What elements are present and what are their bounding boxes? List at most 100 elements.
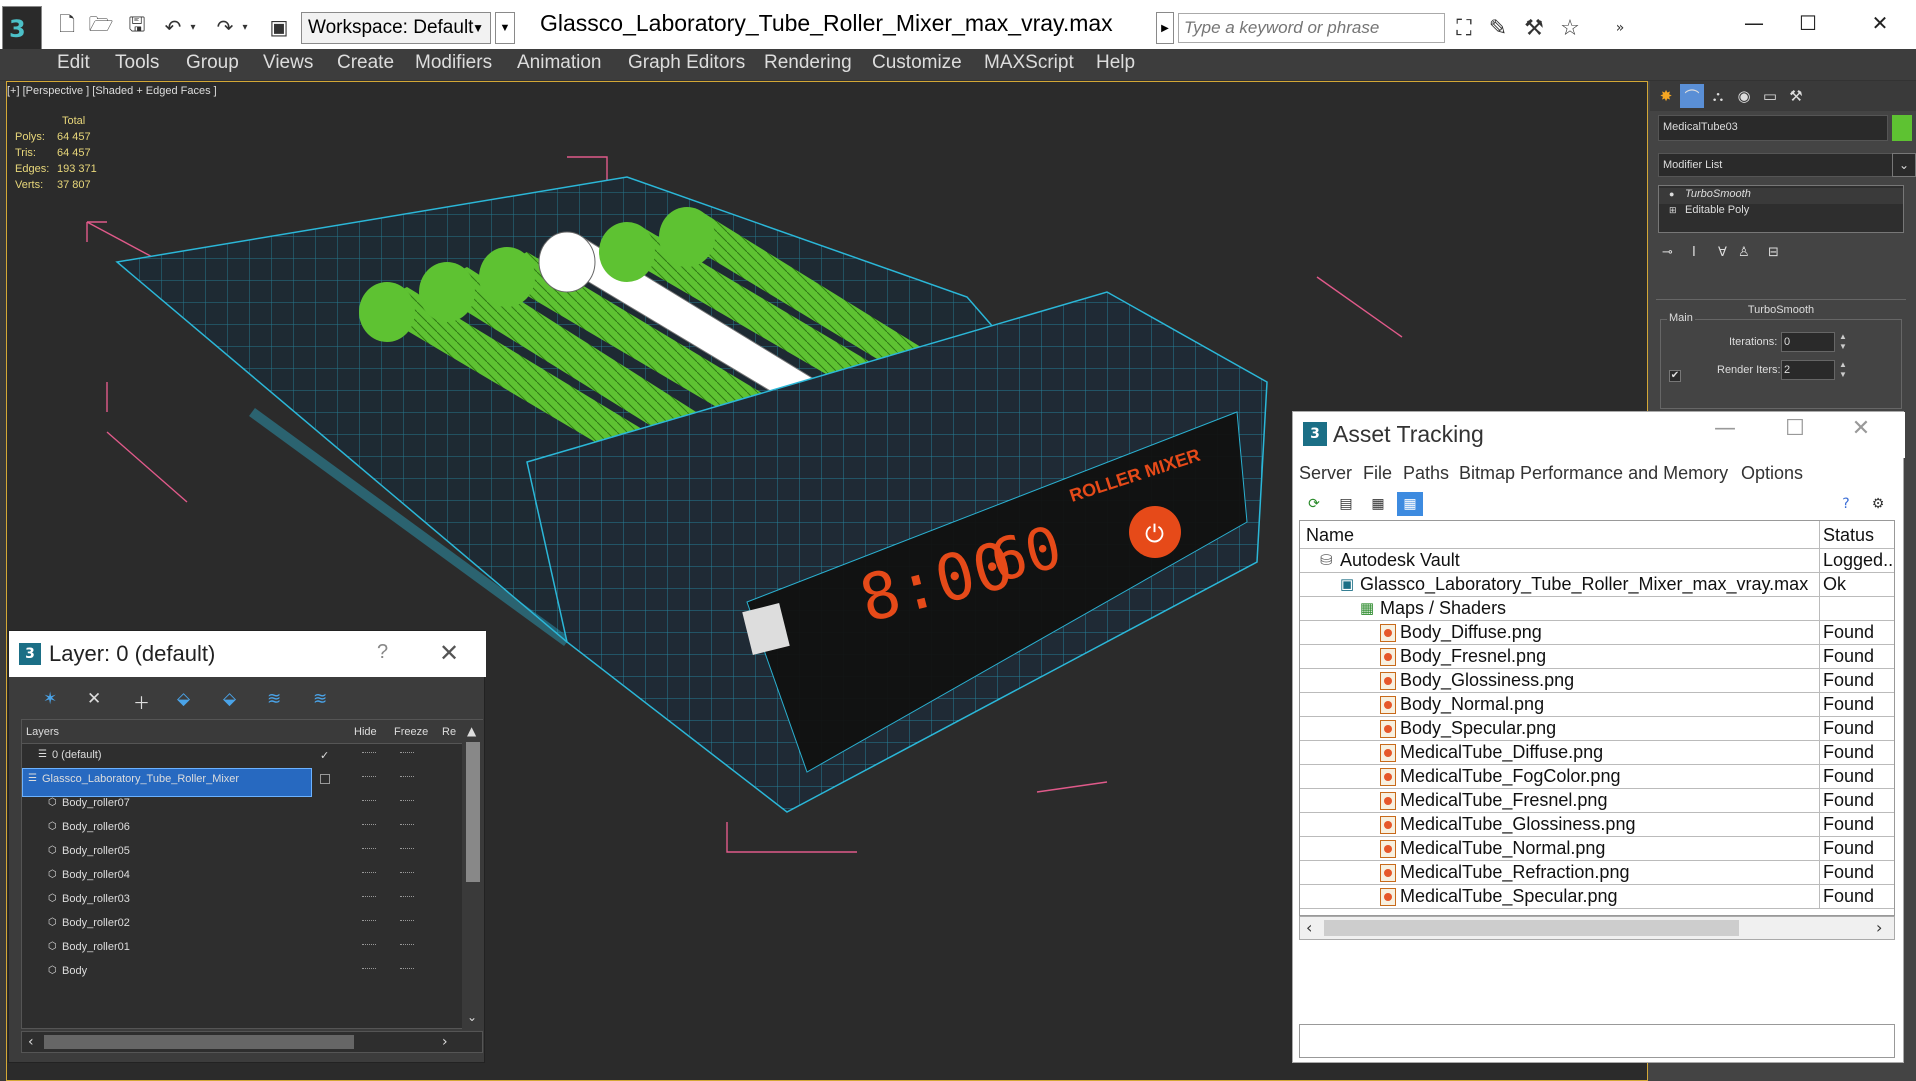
asset-row[interactable]: Body_Normal.png Found <box>1300 693 1894 717</box>
new-layer-icon[interactable]: ✶ <box>43 689 57 709</box>
freeze-toggle[interactable] <box>400 776 414 778</box>
redo-icon[interactable]: ↷ <box>210 10 240 44</box>
column-status[interactable]: Status <box>1823 525 1874 546</box>
open-file-icon[interactable]: 🗁 <box>86 10 116 44</box>
scroll-down-icon[interactable]: ⌄ <box>467 1010 477 1024</box>
hide-toggle[interactable] <box>362 752 376 754</box>
motion-tab-icon[interactable]: ◉ <box>1732 84 1756 108</box>
scroll-right-icon[interactable]: › <box>1876 918 1882 937</box>
search-input[interactable] <box>1178 13 1445 43</box>
select-objects-icon[interactable]: ⬙ <box>177 689 190 709</box>
make-unique-icon[interactable]: ∀ <box>1718 245 1727 260</box>
save-icon[interactable]: 🖫 <box>122 10 152 44</box>
render-iters-spinner[interactable]: 2 <box>1781 360 1835 380</box>
menu-edit[interactable]: Edit <box>57 52 90 74</box>
scroll-left-icon[interactable]: ‹ <box>28 1034 34 1050</box>
scroll-up-icon[interactable]: ▲ <box>467 724 476 738</box>
scroll-thumb[interactable] <box>466 742 480 882</box>
grid-view-icon[interactable]: ▦ <box>1397 492 1423 516</box>
menu-help[interactable]: Help <box>1096 52 1135 74</box>
freeze-all-icon[interactable]: ≋ <box>313 689 327 709</box>
modify-tab-icon[interactable]: ⌒ <box>1680 84 1704 108</box>
help-icon[interactable]: ? <box>1833 492 1859 516</box>
expand-plus-icon[interactable]: ⊞ <box>1669 205 1677 216</box>
hide-toggle[interactable] <box>362 824 376 826</box>
set-current-layer-box[interactable] <box>320 774 330 784</box>
scroll-left-icon[interactable]: ‹ <box>1306 918 1312 937</box>
menu-options[interactable]: Options <box>1741 463 1803 484</box>
create-tab-icon[interactable]: ✸ <box>1654 84 1678 108</box>
stack-item-turbosmooth[interactable]: TurboSmooth <box>1659 188 1903 204</box>
utilities-tab-icon[interactable]: ⚒ <box>1784 84 1808 108</box>
project-folder-icon[interactable]: ▣ <box>264 10 294 44</box>
menu-modifiers[interactable]: Modifiers <box>415 52 492 74</box>
spinner-arrows-icon[interactable]: ▲ ▼ <box>1837 332 1849 352</box>
asset-row[interactable]: MedicalTube_FogColor.png Found <box>1300 765 1894 789</box>
freeze-toggle[interactable] <box>400 944 414 946</box>
freeze-toggle[interactable] <box>400 896 414 898</box>
menu-file[interactable]: File <box>1363 463 1392 484</box>
asset-row[interactable]: MedicalTube_Diffuse.png Found <box>1300 741 1894 765</box>
workspace-selector[interactable]: Workspace: Default ▼ <box>301 12 491 44</box>
object-name-field[interactable]: MedicalTube03 <box>1658 115 1888 141</box>
list-view-icon[interactable]: ▤ <box>1333 492 1359 516</box>
hide-toggle[interactable] <box>362 944 376 946</box>
help-button[interactable]: ? <box>377 641 388 664</box>
menu-views[interactable]: Views <box>263 52 313 74</box>
display-tab-icon[interactable]: ▭ <box>1758 84 1782 108</box>
communication-center-icon[interactable]: ✎ <box>1482 12 1514 44</box>
asset-dialog-titlebar[interactable]: 3 Asset Tracking — ☐ ✕ <box>1293 412 1905 458</box>
freeze-toggle[interactable] <box>400 752 414 754</box>
column-hide[interactable]: Hide <box>354 726 377 738</box>
expand-toolbar-icon[interactable]: » <box>1604 12 1636 44</box>
column-freeze[interactable]: Freeze <box>394 726 428 738</box>
hide-toggle[interactable] <box>362 968 376 970</box>
maximize-icon[interactable]: ☐ <box>1775 416 1815 441</box>
active-layer-check-icon[interactable]: ✓ <box>320 749 329 762</box>
add-selection-icon[interactable]: ＋ <box>133 689 150 714</box>
freeze-toggle[interactable] <box>400 824 414 826</box>
viewport-label[interactable]: [+] [Perspective ] [Shaded + Edged Faces… <box>7 85 217 97</box>
hide-toggle[interactable] <box>362 896 376 898</box>
freeze-toggle[interactable] <box>400 920 414 922</box>
horizontal-scrollbar[interactable]: ‹ › <box>1299 916 1895 940</box>
configure-sets-icon[interactable]: ⊟ <box>1768 245 1779 260</box>
object-color-swatch[interactable] <box>1892 115 1912 141</box>
asset-row[interactable]: MedicalTube_Fresnel.png Found <box>1300 789 1894 813</box>
asset-row[interactable]: ⛁ Autodesk Vault Logged.. <box>1300 549 1894 573</box>
asset-row[interactable]: MedicalTube_Normal.png Found <box>1300 837 1894 861</box>
pin-stack-icon[interactable]: ⊸ <box>1662 245 1673 260</box>
column-name[interactable]: Name <box>1306 525 1354 546</box>
menu-create[interactable]: Create <box>337 52 394 74</box>
chevron-down-icon[interactable]: ⌄ <box>1892 153 1916 177</box>
layer-dialog-titlebar[interactable]: 3 Layer: 0 (default) ? ✕ <box>9 631 486 677</box>
render-iters-checkbox[interactable]: ✔ <box>1669 370 1681 382</box>
new-file-icon[interactable]: 🗋 <box>52 10 82 44</box>
highlight-layer-icon[interactable]: ⬙ <box>223 689 236 709</box>
refresh-icon[interactable]: ⟳ <box>1301 492 1327 516</box>
asset-row[interactable]: MedicalTube_Refraction.png Found <box>1300 861 1894 885</box>
stack-item-editable-poly[interactable]: Editable Poly <box>1659 204 1903 220</box>
minimize-button[interactable]: — <box>1726 6 1782 40</box>
horizontal-scrollbar[interactable]: ‹ › <box>21 1031 483 1053</box>
lightbulb-icon[interactable]: ● <box>1669 189 1674 199</box>
minimize-icon[interactable]: — <box>1705 416 1745 441</box>
subscription-icon[interactable]: ⚒ <box>1518 12 1550 44</box>
freeze-toggle[interactable] <box>400 968 414 970</box>
menu-server[interactable]: Server <box>1299 463 1352 484</box>
close-icon[interactable]: ✕ <box>1841 416 1881 441</box>
asset-row[interactable]: Body_Fresnel.png Found <box>1300 645 1894 669</box>
freeze-toggle[interactable] <box>400 800 414 802</box>
undo-icon[interactable]: ↶ <box>158 10 188 44</box>
remove-modifier-icon[interactable]: ♙ <box>1738 245 1750 260</box>
show-end-result-icon[interactable]: Ⅰ <box>1692 245 1696 260</box>
hierarchy-tab-icon[interactable]: ⛬ <box>1706 84 1730 108</box>
app-logo-icon[interactable]: 3 <box>2 6 42 52</box>
close-button[interactable]: ✕ <box>1852 6 1908 40</box>
asset-row[interactable]: Body_Glossiness.png Found <box>1300 669 1894 693</box>
column-layers[interactable]: Layers <box>26 726 59 738</box>
menu-paths[interactable]: Paths <box>1403 463 1449 484</box>
modifier-list-dropdown[interactable]: Modifier List <box>1658 153 1898 177</box>
scroll-right-icon[interactable]: › <box>442 1034 448 1050</box>
delete-layer-icon[interactable]: ✕ <box>87 689 101 709</box>
